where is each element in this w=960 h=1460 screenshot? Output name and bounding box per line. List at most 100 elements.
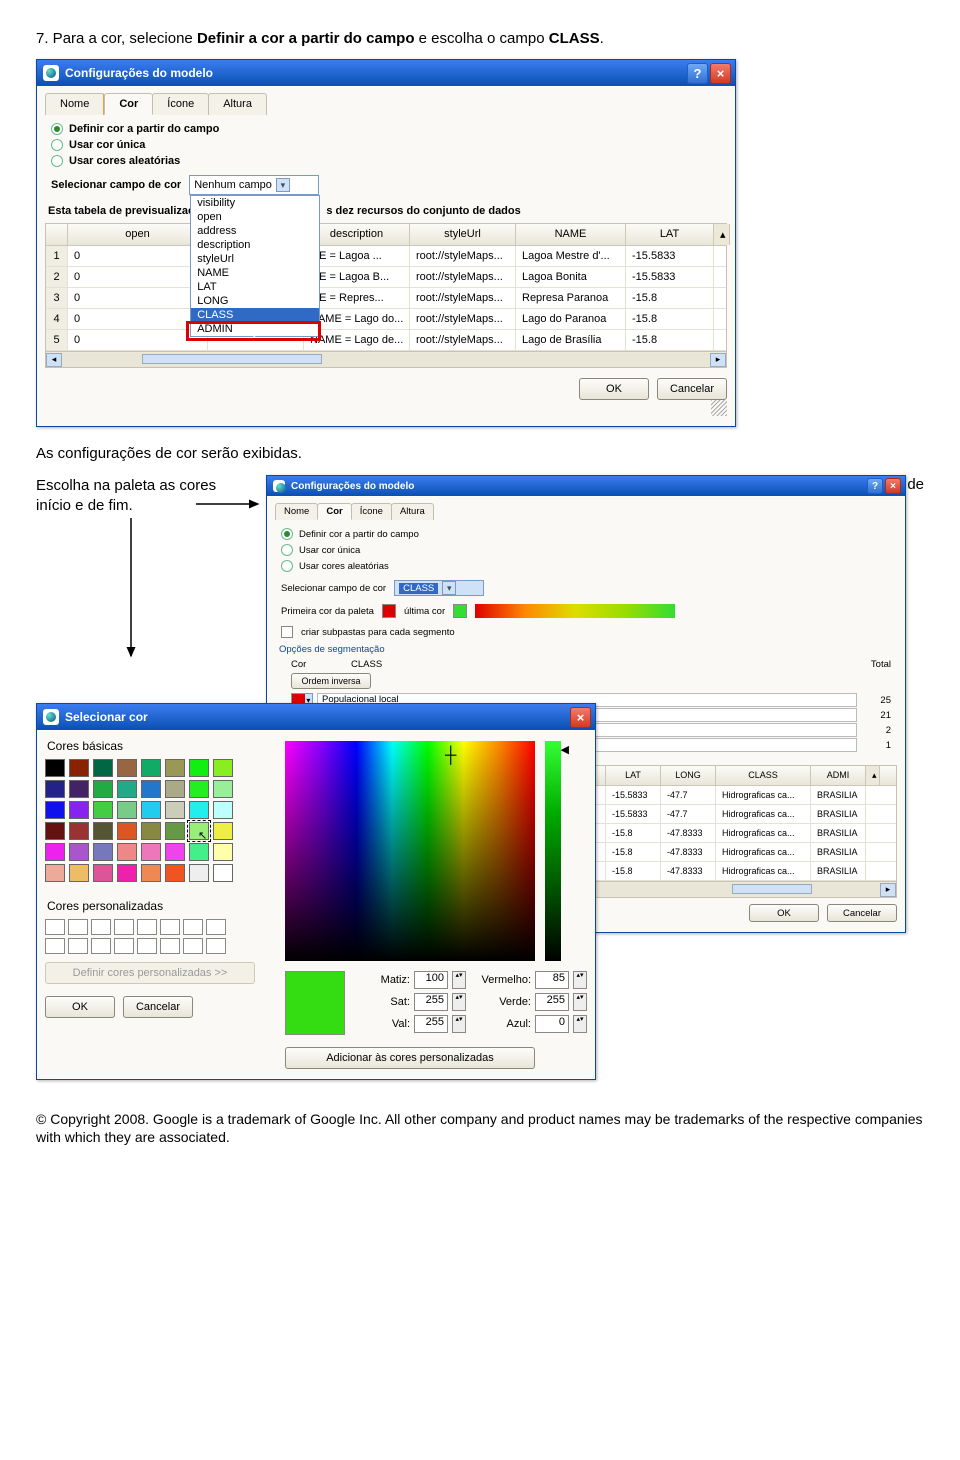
- radio-single-color[interactable]: Usar cor única: [51, 139, 727, 151]
- palette-swatch[interactable]: [189, 759, 209, 777]
- input-green[interactable]: 255: [535, 993, 569, 1011]
- input-val[interactable]: 255: [414, 1015, 448, 1033]
- checkbox-subfolders[interactable]: [281, 626, 293, 638]
- palette-swatch[interactable]: ↖: [189, 822, 209, 840]
- th[interactable]: LAT: [606, 766, 661, 785]
- tab-cor[interactable]: Cor: [317, 503, 351, 520]
- th-styleurl[interactable]: styleUrl: [410, 224, 516, 245]
- saturation-value-picker[interactable]: ┼: [285, 741, 535, 961]
- palette-swatch[interactable]: [45, 780, 65, 798]
- custom-swatch[interactable]: [137, 919, 157, 935]
- custom-swatch[interactable]: [183, 919, 203, 935]
- palette-swatch[interactable]: [45, 759, 65, 777]
- palette-swatch[interactable]: [69, 822, 89, 840]
- input-blue[interactable]: 0: [535, 1015, 569, 1033]
- spinner[interactable]: ▴▾: [573, 993, 587, 1011]
- palette-swatch[interactable]: [165, 864, 185, 882]
- input-sat[interactable]: 255: [414, 993, 448, 1011]
- scroll-right[interactable]: ▸: [880, 883, 896, 897]
- spinner[interactable]: ▴▾: [452, 993, 466, 1011]
- palette-swatch[interactable]: [213, 864, 233, 882]
- palette-swatch[interactable]: [141, 801, 161, 819]
- palette-swatch[interactable]: [69, 843, 89, 861]
- palette-swatch[interactable]: [213, 843, 233, 861]
- custom-swatch[interactable]: [45, 938, 65, 954]
- custom-swatch[interactable]: [91, 919, 111, 935]
- custom-swatch[interactable]: [68, 938, 88, 954]
- palette-swatch[interactable]: [93, 822, 113, 840]
- palette-swatch[interactable]: [165, 759, 185, 777]
- palette-swatch[interactable]: [141, 843, 161, 861]
- help-button[interactable]: ?: [867, 478, 883, 494]
- palette-swatch[interactable]: [141, 864, 161, 882]
- cancel-button[interactable]: Cancelar: [657, 378, 727, 400]
- palette-swatch[interactable]: [45, 801, 65, 819]
- palette-swatch[interactable]: [93, 843, 113, 861]
- input-hue[interactable]: 100: [414, 971, 448, 989]
- titlebar-1[interactable]: Configurações do modelo ? ×: [37, 60, 735, 86]
- tab-altura[interactable]: Altura: [391, 503, 434, 520]
- palette-swatch[interactable]: [117, 843, 137, 861]
- palette-swatch[interactable]: [189, 801, 209, 819]
- th[interactable]: LONG: [661, 766, 716, 785]
- custom-swatch[interactable]: [68, 919, 88, 935]
- custom-swatch[interactable]: [206, 938, 226, 954]
- palette-swatch[interactable]: [93, 759, 113, 777]
- palette-swatch[interactable]: [117, 801, 137, 819]
- th-open[interactable]: open: [68, 224, 208, 245]
- scroll-thumb[interactable]: [142, 354, 322, 364]
- palette-swatch[interactable]: [165, 822, 185, 840]
- palette-swatch[interactable]: [45, 822, 65, 840]
- th[interactable]: [46, 224, 68, 245]
- order-inverse-button[interactable]: Ordem inversa: [291, 673, 371, 689]
- palette-swatch[interactable]: [93, 780, 113, 798]
- dd-item[interactable]: LONG: [191, 294, 319, 308]
- palette-swatch[interactable]: [141, 759, 161, 777]
- cancel-button[interactable]: Cancelar: [123, 996, 193, 1018]
- custom-swatch[interactable]: [206, 919, 226, 935]
- hue-handle[interactable]: ◀: [561, 743, 569, 756]
- first-color-swatch[interactable]: [382, 604, 396, 618]
- palette-swatch[interactable]: [117, 822, 137, 840]
- hue-slider[interactable]: ◀: [545, 741, 561, 961]
- palette-swatch[interactable]: [213, 780, 233, 798]
- titlebar-3[interactable]: Selecionar cor ×: [37, 704, 595, 730]
- th[interactable]: ADMI: [811, 766, 866, 785]
- palette-swatch[interactable]: [45, 864, 65, 882]
- define-custom-button[interactable]: Definir cores personalizadas >>: [45, 962, 255, 984]
- palette-swatch[interactable]: [93, 864, 113, 882]
- dd-item[interactable]: LAT: [191, 280, 319, 294]
- palette-swatch[interactable]: [69, 780, 89, 798]
- input-red[interactable]: 85: [535, 971, 569, 989]
- tab-altura[interactable]: Altura: [208, 93, 267, 115]
- ok-button[interactable]: OK: [749, 904, 819, 922]
- palette-swatch[interactable]: [213, 801, 233, 819]
- th-lat[interactable]: LAT: [626, 224, 714, 245]
- palette-swatch[interactable]: [69, 864, 89, 882]
- h-scrollbar[interactable]: ◂ ▸: [46, 351, 726, 367]
- palette-swatch[interactable]: [141, 822, 161, 840]
- palette-swatch[interactable]: [213, 759, 233, 777]
- tab-cor[interactable]: Cor: [104, 93, 153, 115]
- tab-icone[interactable]: Ícone: [152, 93, 209, 115]
- tab-nome[interactable]: Nome: [275, 503, 318, 520]
- palette-swatch[interactable]: [165, 780, 185, 798]
- palette-swatch[interactable]: [141, 780, 161, 798]
- tab-icone[interactable]: Ícone: [351, 503, 392, 520]
- custom-swatch[interactable]: [160, 938, 180, 954]
- palette-swatch[interactable]: [117, 759, 137, 777]
- th-name[interactable]: NAME: [516, 224, 626, 245]
- last-color-swatch[interactable]: [453, 604, 467, 618]
- radio-random-colors[interactable]: Usar cores aleatórias: [51, 155, 727, 167]
- add-custom-color-button[interactable]: Adicionar às cores personalizadas: [285, 1047, 535, 1069]
- help-button[interactable]: ?: [687, 63, 708, 84]
- close-button[interactable]: ×: [885, 478, 901, 494]
- color-field-combo[interactable]: Nenhum campo ▾ visibility open address d…: [189, 175, 319, 195]
- dd-item-class[interactable]: CLASS: [191, 308, 319, 322]
- palette-swatch[interactable]: [189, 843, 209, 861]
- scroll-left[interactable]: ◂: [46, 353, 62, 367]
- palette-swatch[interactable]: [69, 759, 89, 777]
- custom-swatch[interactable]: [183, 938, 203, 954]
- palette-swatch[interactable]: [213, 822, 233, 840]
- dd-item[interactable]: styleUrl: [191, 252, 319, 266]
